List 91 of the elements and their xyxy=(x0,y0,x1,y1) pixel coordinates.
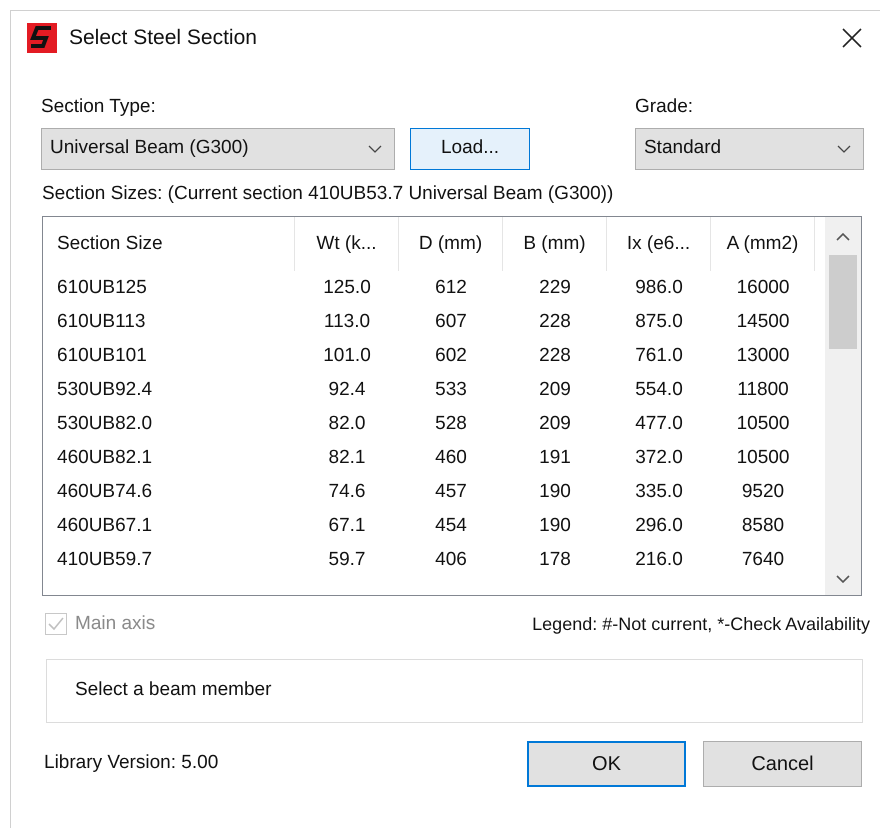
table-row[interactable]: 460UB82.1 82.1 460 191 372.0 10500 xyxy=(43,441,825,475)
load-button[interactable]: Load... xyxy=(410,128,530,170)
column-header[interactable]: B (mm) xyxy=(503,217,607,271)
table-cell-text: 190 xyxy=(538,480,572,504)
column-header[interactable]: Wt (k... xyxy=(295,217,399,271)
table-cell-text: 875.0 xyxy=(634,310,684,334)
table-cell-text: 59.7 xyxy=(328,548,366,572)
section-type-label: Section Type: xyxy=(41,95,157,119)
table-cell-text: 610UB113 xyxy=(56,310,146,334)
chevron-down-icon xyxy=(837,144,851,152)
table-cell-text: 74.6 xyxy=(328,480,366,504)
table-cell-text: 554.0 xyxy=(634,378,684,402)
table-cell-text: 602 xyxy=(434,344,468,368)
table-cell-text: 82.1 xyxy=(328,446,366,470)
table-cell-text: 761.0 xyxy=(634,344,684,368)
section-type-dropdown[interactable]: Universal Beam (G300) xyxy=(41,128,395,170)
table-row[interactable]: 460UB74.6 74.6 457 190 335.0 9520 xyxy=(43,475,825,509)
column-header[interactable]: A (mm2) xyxy=(711,217,815,271)
table-cell-text: 406 xyxy=(434,548,468,572)
column-header[interactable]: Section Size xyxy=(43,217,295,271)
table-cell-text: 986.0 xyxy=(634,276,684,300)
table-cell-text: 457 xyxy=(434,480,468,504)
table-row[interactable]: 610UB125 125.0 612 229 986.0 16000 xyxy=(43,271,825,305)
table-cell-text: 460UB67.1 xyxy=(56,514,154,538)
table-cell-text: 612 xyxy=(434,276,468,300)
table-cell-text: 125.0 xyxy=(322,276,372,300)
window-title: Select Steel Section xyxy=(69,25,257,52)
table-cell-text: 530UB92.4 xyxy=(56,378,154,402)
dialog-button[interactable]: Cancel xyxy=(703,740,862,786)
table-cell-text: 92.4 xyxy=(328,378,366,402)
table-cell-text: 9520 xyxy=(740,480,786,504)
table-cell-text: 296.0 xyxy=(634,514,684,538)
table-cell-text: 372.0 xyxy=(634,446,684,470)
message-box: Select a beam member xyxy=(46,658,863,722)
scroll-up-icon[interactable] xyxy=(836,233,850,241)
table-cell-text: 10500 xyxy=(736,412,790,436)
table-cell-text: 610UB101 xyxy=(56,344,148,368)
table-cell-text: 528 xyxy=(434,412,468,436)
app-logo-icon xyxy=(27,23,57,53)
table-cell-text: 82.0 xyxy=(328,412,366,436)
table-cell-text: 229 xyxy=(538,276,572,300)
table-cell-text: 14500 xyxy=(736,310,790,334)
table-cell-text: 530UB82.0 xyxy=(56,412,154,436)
chevron-down-icon xyxy=(368,144,382,152)
table-cell-text: 477.0 xyxy=(634,412,684,436)
table-cell-text: 460UB74.6 xyxy=(56,480,154,504)
table-cell-text: 209 xyxy=(538,378,572,402)
dialog-button[interactable]: OK xyxy=(527,740,686,786)
grade-label: Grade: xyxy=(635,95,694,119)
table-cell-text: 113.0 xyxy=(322,310,372,334)
table-cell-text: 190 xyxy=(538,514,572,538)
legend-text: Legend: #-Not current, *-Check Availability xyxy=(532,612,870,636)
table-cell-text: 216.0 xyxy=(634,548,684,572)
table-cell-text: 10500 xyxy=(736,446,790,470)
table-cell-text: 533 xyxy=(434,378,468,402)
scrollbar[interactable] xyxy=(825,217,861,595)
table-cell-text: 191 xyxy=(538,446,572,470)
table-cell-text: 101.0 xyxy=(322,344,372,368)
table-row[interactable]: 530UB82.0 82.0 528 209 477.0 10500 xyxy=(43,407,825,441)
table-cell-text: 8580 xyxy=(740,514,786,538)
column-header[interactable]: D (mm) xyxy=(399,217,503,271)
grade-dropdown[interactable]: Standard xyxy=(635,128,864,170)
table-cell-text: 454 xyxy=(434,514,468,538)
table-row[interactable]: 610UB101 101.0 602 228 761.0 13000 xyxy=(43,339,825,373)
table-cell-text: 410UB59.7 xyxy=(56,548,154,572)
table-row[interactable]: 410UB59.7 59.7 406 178 216.0 7640 xyxy=(43,543,825,577)
check-icon xyxy=(48,617,64,632)
table-row[interactable]: 460UB67.1 67.1 454 190 296.0 8580 xyxy=(43,509,825,543)
table-cell-text: 607 xyxy=(434,310,468,334)
table-cell-text: 610UB125 xyxy=(56,276,148,300)
table-cell-text: 178 xyxy=(538,548,572,572)
table-cell-text: 7640 xyxy=(740,548,786,572)
scroll-down-icon[interactable] xyxy=(836,575,850,583)
table-cell-text: 11800 xyxy=(736,378,790,402)
close-icon xyxy=(842,28,862,48)
table-cell-text: 460UB82.1 xyxy=(56,446,154,470)
column-header[interactable]: Ix (e6... xyxy=(607,217,711,271)
table-cell-text: 228 xyxy=(538,344,572,368)
table-cell-text: 209 xyxy=(538,412,572,436)
main-axis-label: Main axis xyxy=(75,612,156,636)
table-row[interactable]: 530UB92.4 92.4 533 209 554.0 11800 xyxy=(43,373,825,407)
scroll-thumb[interactable] xyxy=(829,255,857,349)
table-cell-text: 13000 xyxy=(736,344,790,368)
table-cell-text: 228 xyxy=(538,310,572,334)
table-cell-text: 67.1 xyxy=(328,514,366,538)
table-cell-text: 16000 xyxy=(736,276,790,300)
table-cell-text: 335.0 xyxy=(634,480,684,504)
section-sizes-label: Section Sizes: (Current section 410UB53.7 Universal Beam (G300)) xyxy=(42,182,614,206)
table-cell-text: 460 xyxy=(434,446,468,470)
table-row[interactable]: 610UB113 113.0 607 228 875.0 14500 xyxy=(43,305,825,339)
library-version: Library Version: 5.00 xyxy=(44,751,218,776)
